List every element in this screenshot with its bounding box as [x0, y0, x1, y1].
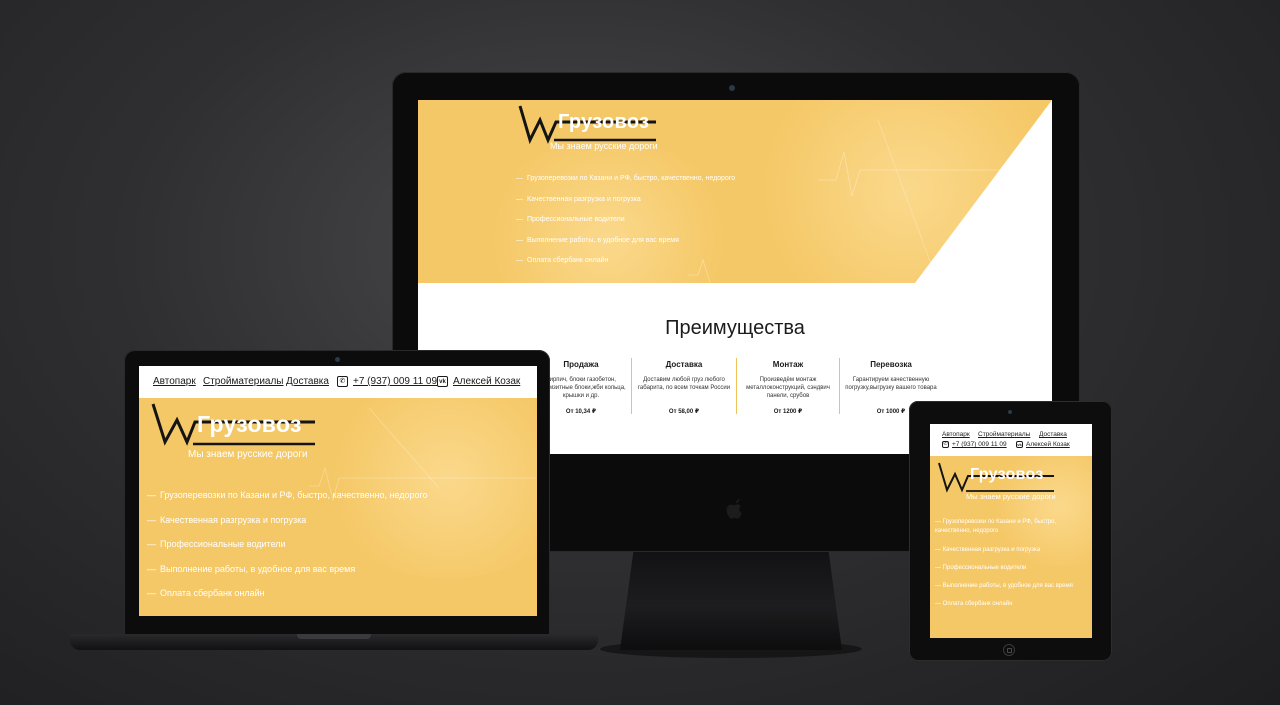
brand-name: Грузовоз	[970, 466, 1044, 483]
feature-item: — Грузоперевозки по Казани и РФ, быстро, …	[147, 490, 428, 500]
nav-link-materials[interactable]: Стройматериалы	[978, 431, 1030, 438]
phone-icon: ✆	[942, 441, 949, 448]
feature-item: — Профессиональные водители	[147, 539, 286, 550]
nav-link-materials[interactable]: Стройматериалы	[203, 376, 284, 387]
nav-link-autopark[interactable]: Автопарк	[942, 431, 970, 438]
feature-item: — Оплата сбербанк онлайн	[935, 601, 1013, 607]
nav-vk-link[interactable]: Алексей Козак	[1026, 441, 1070, 448]
feature-item: — Качественная разгрузка и погрузка	[935, 547, 1041, 553]
hero-section: Грузовоз Мы знаем русские дороги — Грузо…	[930, 456, 1092, 638]
feature-item: — Грузоперевозки по Казани и РФ, быстро,…	[935, 519, 1057, 534]
feature-item: — Оплата сбербанк онлайн	[516, 257, 609, 264]
imac-stand	[620, 552, 842, 650]
feature-item: — Выполнение работы, в удобное для вас в…	[935, 583, 1073, 589]
feature-item: — Выполнение работы, в удобное для вас вр…	[147, 563, 356, 574]
nav-link-delivery[interactable]: Доставка	[286, 376, 329, 387]
features-list: — Грузоперевозки по Казани и РФ, быстро,…	[935, 518, 1087, 618]
brand-name: Грузовоз	[197, 411, 302, 437]
hero-section: Грузовоз Мы знаем русские дороги — Грузоп…	[139, 398, 537, 616]
brand-tagline: Мы знаем русские дороги	[550, 141, 658, 151]
vk-icon: vk	[1016, 441, 1023, 448]
tablet-screen: Автопарк Стройматериалы Доставка ✆ +7 (9…	[930, 424, 1092, 638]
features-list: — Грузоперевозки по Казани и РФ, быстро, …	[147, 490, 428, 613]
feature-item: — Профессиональные водители	[935, 565, 1027, 571]
laptop-camera	[335, 357, 340, 362]
advantage-name: Перевозка	[870, 360, 912, 369]
feature-item: — Выполнение работы, в удобное для вас вр…	[516, 236, 679, 244]
nav-phone-link[interactable]: +7 (937) 009 11 09	[952, 441, 1007, 448]
advantage-desc: Гарантируем качественную погрузку,выгруз…	[845, 377, 937, 391]
advantage-desc: Произведём монтаж металлоконструкций, сэ…	[746, 377, 830, 399]
advantage-desc: Доставим любой груз любого габарита, по …	[637, 377, 731, 391]
advantage-card[interactable]: Доставка Доставим любой груз любого габа…	[632, 360, 736, 415]
nav-link-delivery[interactable]: Доставка	[1039, 431, 1067, 438]
feature-item: — Оплата сбербанк онлайн	[147, 588, 265, 599]
navbar: Автопарк Стройматериалы Доставка ✆ +7 (9…	[139, 366, 537, 398]
nav-phone-link[interactable]: +7 (937) 009 11 09	[353, 376, 437, 387]
laptop-screen: Автопарк Стройматериалы Доставка ✆ +7 (9…	[139, 366, 537, 616]
vk-icon: vk	[437, 376, 448, 387]
imac-camera	[729, 85, 735, 91]
advantage-price: От 58,00 ₽	[668, 409, 700, 415]
phone-icon: ✆	[337, 376, 348, 387]
advantage-name: Доставка	[665, 360, 703, 369]
advantage-card[interactable]: Монтаж Произведём монтаж металлоконструк…	[736, 360, 840, 415]
brand-tagline: Мы знаем русские дороги	[188, 449, 308, 460]
advantage-name: Монтаж	[772, 360, 804, 369]
advantages-title: Преимущества	[665, 317, 805, 339]
navbar: Автопарк Стройматериалы Доставка ✆ +7 (9…	[930, 424, 1092, 456]
apple-icon	[722, 496, 748, 526]
brand-tagline: Мы знаем русские дороги	[966, 492, 1056, 501]
features-list: — Грузоперевозки по Казани и РФ, быстро, …	[516, 175, 735, 278]
nav-vk-link[interactable]: Алексей Козак	[453, 376, 520, 387]
brand-name: Грузовоз	[558, 111, 650, 133]
tablet-home-button[interactable]	[1003, 644, 1015, 656]
advantage-price: От 1200 ₽	[773, 409, 803, 415]
tablet-camera	[1008, 410, 1012, 414]
feature-item: — Качественная разгрузка и погрузка	[147, 514, 307, 525]
feature-item: — Грузоперевозки по Казани и РФ, быстро, …	[516, 175, 736, 182]
laptop-notch	[297, 634, 371, 639]
feature-item: — Качественная разгрузка и погрузка	[516, 195, 641, 203]
nav-link-autopark[interactable]: Автопарк	[153, 376, 196, 387]
feature-item: — Профессиональные водители	[516, 216, 625, 223]
